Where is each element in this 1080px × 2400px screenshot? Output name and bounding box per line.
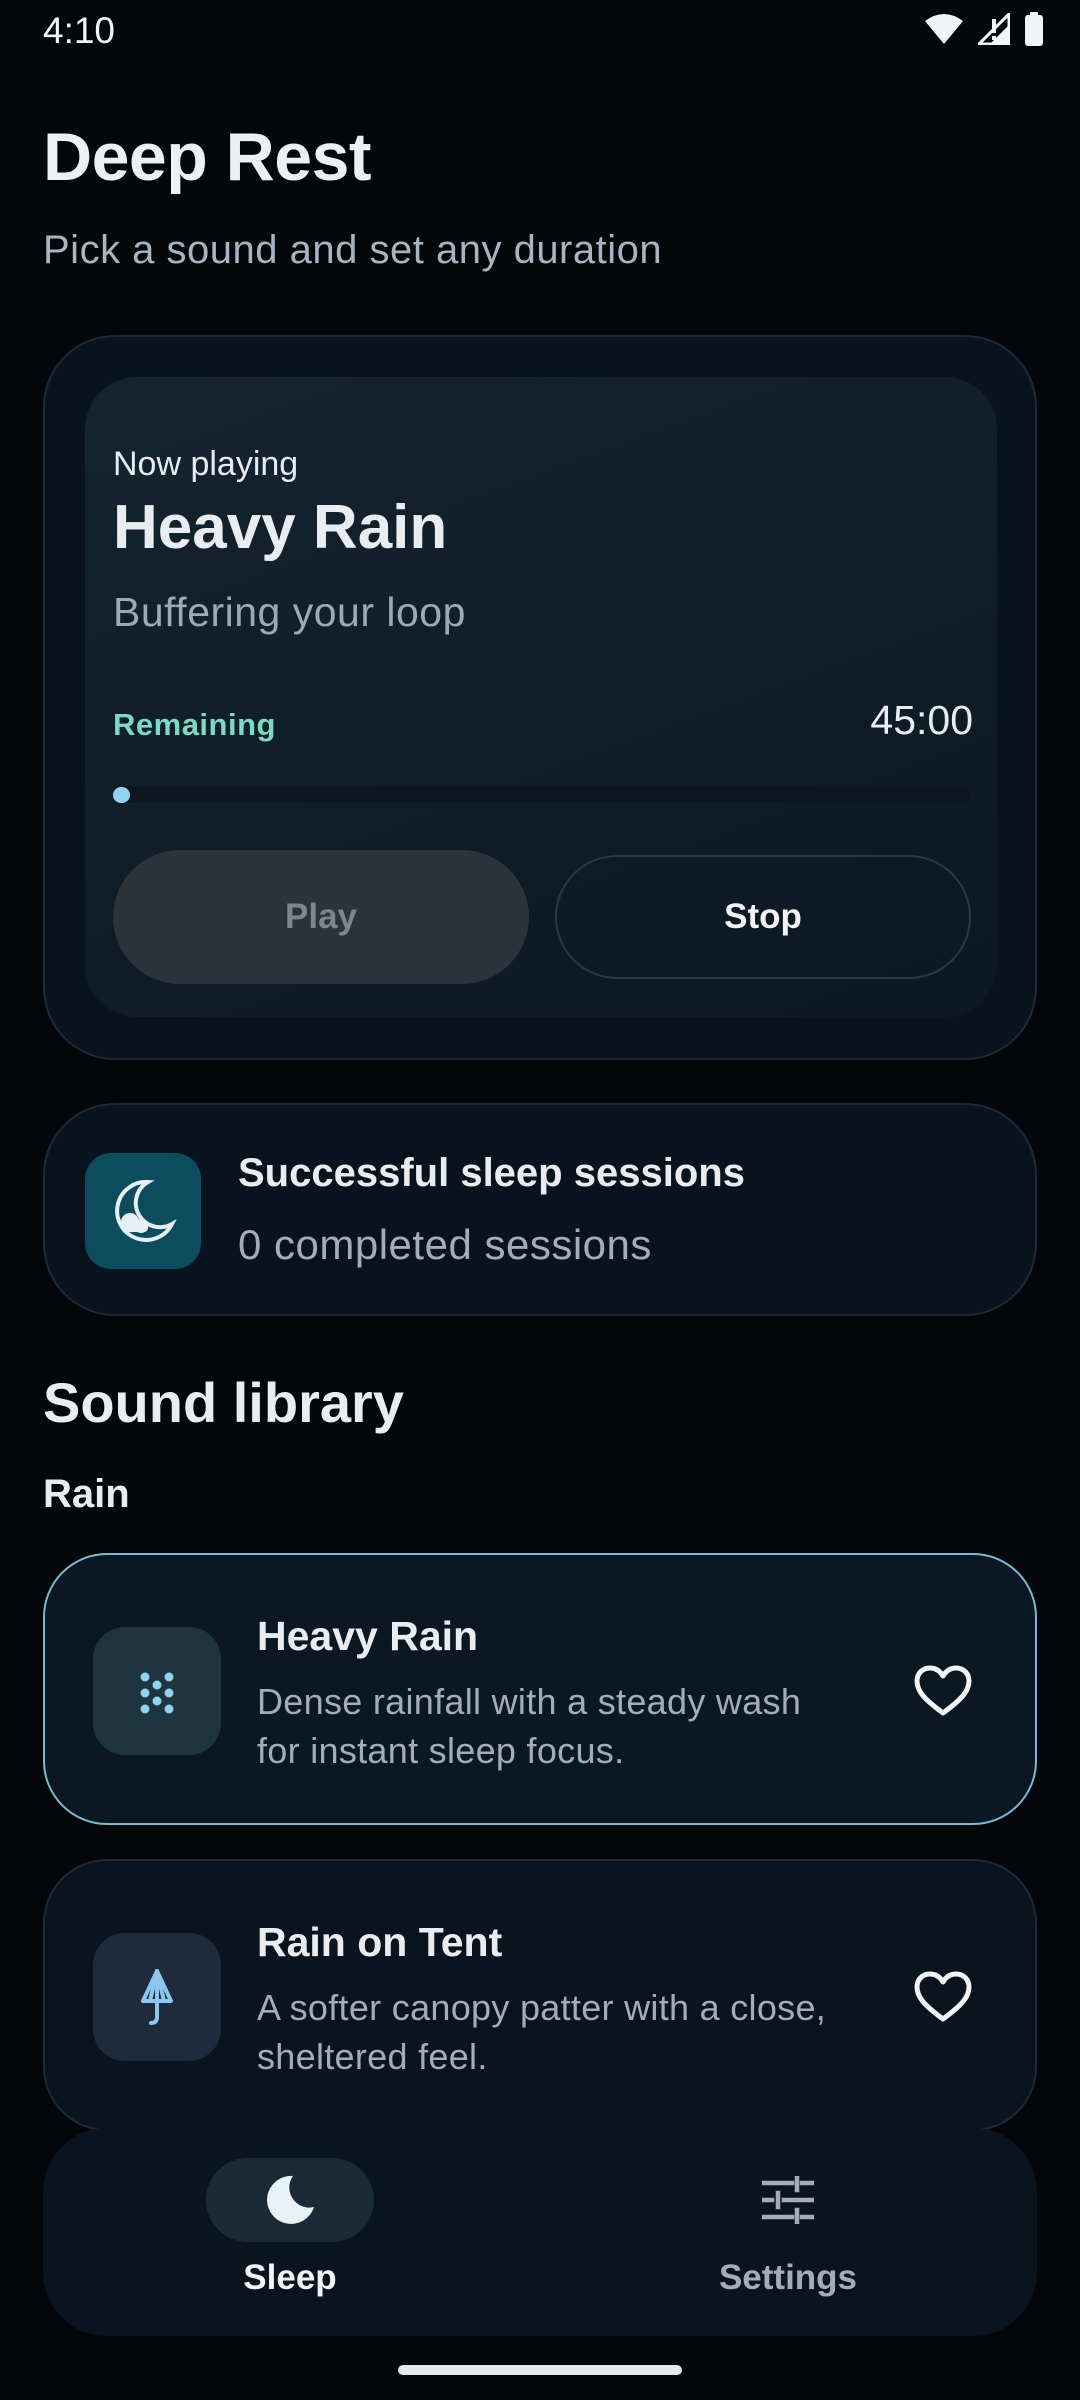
sound-name: Rain on Tent <box>257 1919 503 1965</box>
moon-icon <box>115 1179 177 1242</box>
now-playing-title: Heavy Rain <box>113 493 448 562</box>
favorite-button[interactable] <box>911 1965 975 2029</box>
now-playing-label: Now playing <box>113 445 299 483</box>
play-button[interactable]: Play <box>113 850 529 984</box>
sliders-icon <box>762 2176 814 2224</box>
wifi-icon <box>925 14 963 44</box>
sessions-icon-tile <box>85 1153 201 1269</box>
bottom-navigation: Sleep Settings <box>43 2128 1037 2336</box>
now-playing-card: Now playing Heavy Rain Buffering your lo… <box>43 335 1037 1060</box>
sound-card-rain-on-tent[interactable]: Rain on Tent A softer canopy patter with… <box>43 1859 1037 2131</box>
remaining-time: 45:00 <box>870 697 973 743</box>
favorite-button[interactable] <box>911 1659 975 1723</box>
remaining-label: Remaining <box>113 707 276 742</box>
heart-icon <box>914 1971 972 2022</box>
page-subtitle: Pick a sound and set any duration <box>43 228 663 272</box>
status-time: 4:10 <box>43 10 116 51</box>
sound-name: Heavy Rain <box>257 1613 479 1659</box>
home-indicator[interactable] <box>398 2365 682 2375</box>
progress-bar <box>113 787 971 803</box>
nav-item-settings[interactable]: Settings <box>658 2158 918 2318</box>
nav-indicator <box>704 2158 872 2242</box>
signal-icon <box>978 13 1010 45</box>
battery-icon <box>1025 12 1043 46</box>
moon-icon <box>267 2175 314 2224</box>
page-title: Deep Rest <box>43 119 372 195</box>
sessions-count: 0 completed sessions <box>238 1221 652 1268</box>
sessions-title: Successful sleep sessions <box>238 1151 745 1195</box>
sound-card-heavy-rain[interactable]: Heavy Rain Dense rainfall with a steady … <box>43 1553 1037 1825</box>
nav-item-sleep[interactable]: Sleep <box>160 2158 420 2318</box>
status-icons <box>924 12 1044 46</box>
screen: 4:10 Deep Rest Pick a sound and set any … <box>0 0 1080 2400</box>
nav-indicator <box>206 2158 374 2242</box>
nav-label: Settings <box>718 2258 858 2297</box>
library-title: Sound library <box>43 1371 404 1434</box>
rain-drops-icon <box>140 1672 174 1714</box>
heart-icon <box>914 1665 972 1716</box>
sound-description: Dense rainfall with a steady wash for in… <box>257 1681 802 1771</box>
now-playing-panel: Now playing Heavy Rain Buffering your lo… <box>85 377 997 1017</box>
sound-description: A softer canopy patter with a close, she… <box>257 1987 827 2077</box>
sound-icon-tile <box>93 1933 221 2061</box>
stop-button[interactable]: Stop <box>555 855 971 979</box>
status-bar: 4:10 <box>0 0 1080 62</box>
category-label: Rain <box>43 1472 130 1516</box>
progress-fill <box>113 787 131 803</box>
umbrella-icon <box>141 1969 173 2025</box>
now-playing-status: Buffering your loop <box>113 589 466 635</box>
sound-icon-tile <box>93 1627 221 1755</box>
nav-label: Sleep <box>243 2258 337 2297</box>
sleep-sessions-card: Successful sleep sessions 0 completed se… <box>43 1103 1037 1316</box>
